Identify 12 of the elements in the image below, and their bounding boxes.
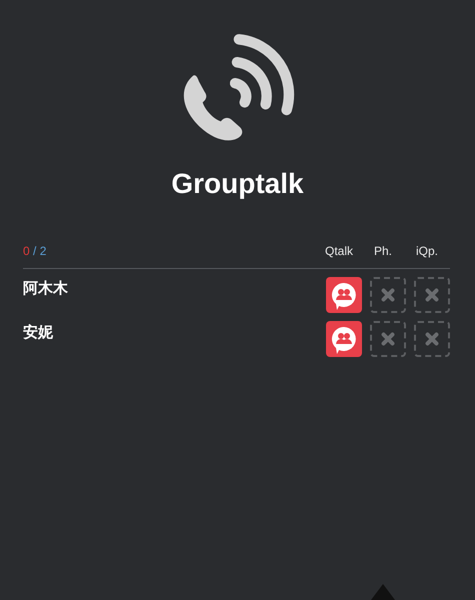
member-name: 阿木木 [23,279,68,299]
triangle-icon [371,584,395,600]
app-title: Grouptalk [170,168,305,200]
column-header: Qtalk [324,244,354,258]
chat-bubble-icon[interactable] [326,321,362,357]
count-separator: / [33,244,36,258]
chat-bubble-icon[interactable] [326,277,362,313]
member-name: 安妮 [23,323,53,343]
total-count: 2 [40,244,46,258]
online-count: 0 [23,244,30,258]
column-header: Ph. [372,244,393,258]
column-header: iQp. [414,244,439,258]
